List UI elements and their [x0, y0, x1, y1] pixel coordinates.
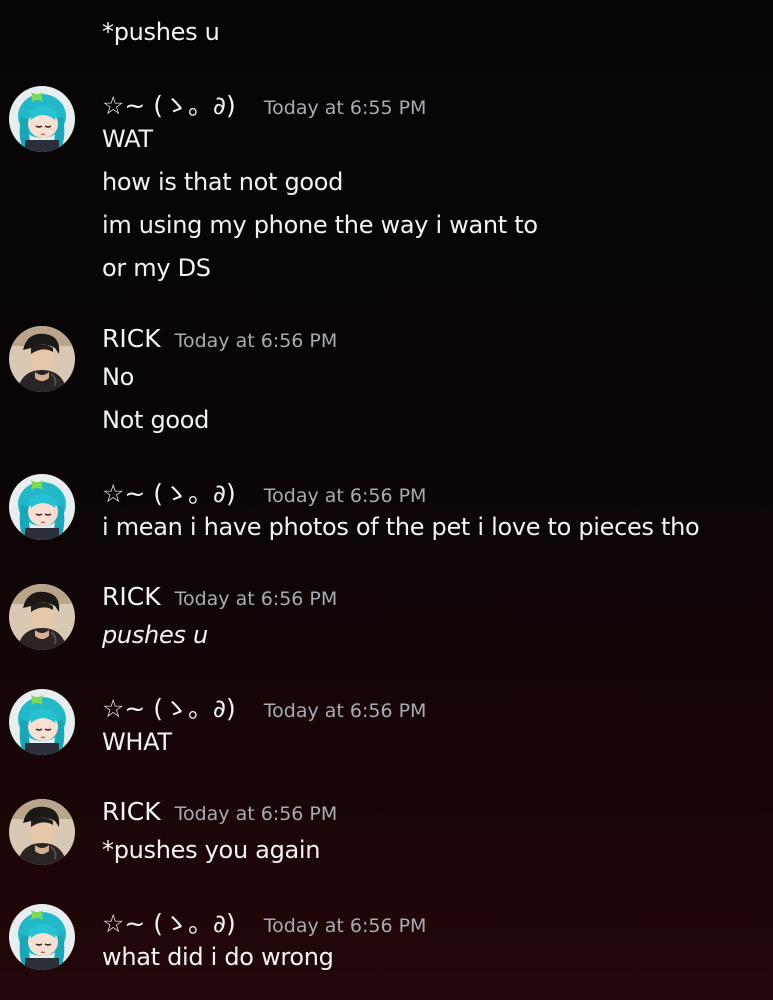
timestamp: Today at 6:56 PM: [174, 588, 338, 610]
miku-avatar[interactable]: [9, 904, 75, 970]
miku-avatar[interactable]: [9, 689, 75, 755]
author-name[interactable]: RICK: [102, 582, 161, 611]
message-header: ☆~ (ゝ。∂) Today at 6:56 PM: [102, 689, 426, 725]
message-text: *pushes you again: [102, 836, 321, 864]
timestamp: Today at 6:56 PM: [263, 485, 427, 507]
message-text: *pushes u: [102, 18, 220, 46]
message-header: ☆~ (ゝ。∂) Today at 6:56 PM: [102, 904, 426, 940]
message-text: im using my phone the way i want to: [102, 211, 538, 239]
message-list: *pushes u ☆~ (ゝ。∂) Today at 6:55 PM WAT …: [0, 0, 773, 1000]
message-text: what did i do wrong: [102, 943, 334, 971]
message-header: RICK Today at 6:56 PM: [102, 324, 337, 360]
message-text: how is that not good: [102, 168, 344, 196]
timestamp: Today at 6:55 PM: [263, 97, 427, 119]
message-text: i mean i have photos of the pet i love t…: [102, 513, 700, 541]
message-text: or my DS: [102, 254, 211, 282]
author-name[interactable]: ☆~ (ゝ。∂): [102, 474, 236, 510]
message-text: No: [102, 363, 135, 391]
message-header: ☆~ (ゝ。∂) Today at 6:55 PM: [102, 86, 426, 122]
timestamp: Today at 6:56 PM: [174, 803, 338, 825]
rick-avatar[interactable]: [9, 799, 75, 865]
author-name[interactable]: RICK: [102, 324, 161, 353]
message-header: ☆~ (ゝ。∂) Today at 6:56 PM: [102, 474, 426, 510]
timestamp: Today at 6:56 PM: [174, 330, 338, 352]
author-name[interactable]: ☆~ (ゝ。∂): [102, 86, 236, 122]
author-name[interactable]: ☆~ (ゝ。∂): [102, 689, 236, 725]
timestamp: Today at 6:56 PM: [263, 700, 427, 722]
message-text: Not good: [102, 406, 210, 434]
message-text: WHAT: [102, 728, 172, 756]
author-name[interactable]: ☆~ (ゝ。∂): [102, 904, 236, 940]
message-header: RICK Today at 6:56 PM: [102, 582, 337, 618]
message-text: pushes u: [102, 621, 208, 649]
timestamp: Today at 6:56 PM: [263, 915, 427, 937]
miku-avatar[interactable]: [9, 474, 75, 540]
miku-avatar[interactable]: [9, 86, 75, 152]
rick-avatar[interactable]: [9, 326, 75, 392]
author-name[interactable]: RICK: [102, 797, 161, 826]
message-header: RICK Today at 6:56 PM: [102, 797, 337, 833]
rick-avatar[interactable]: [9, 584, 75, 650]
message-text: WAT: [102, 125, 153, 153]
